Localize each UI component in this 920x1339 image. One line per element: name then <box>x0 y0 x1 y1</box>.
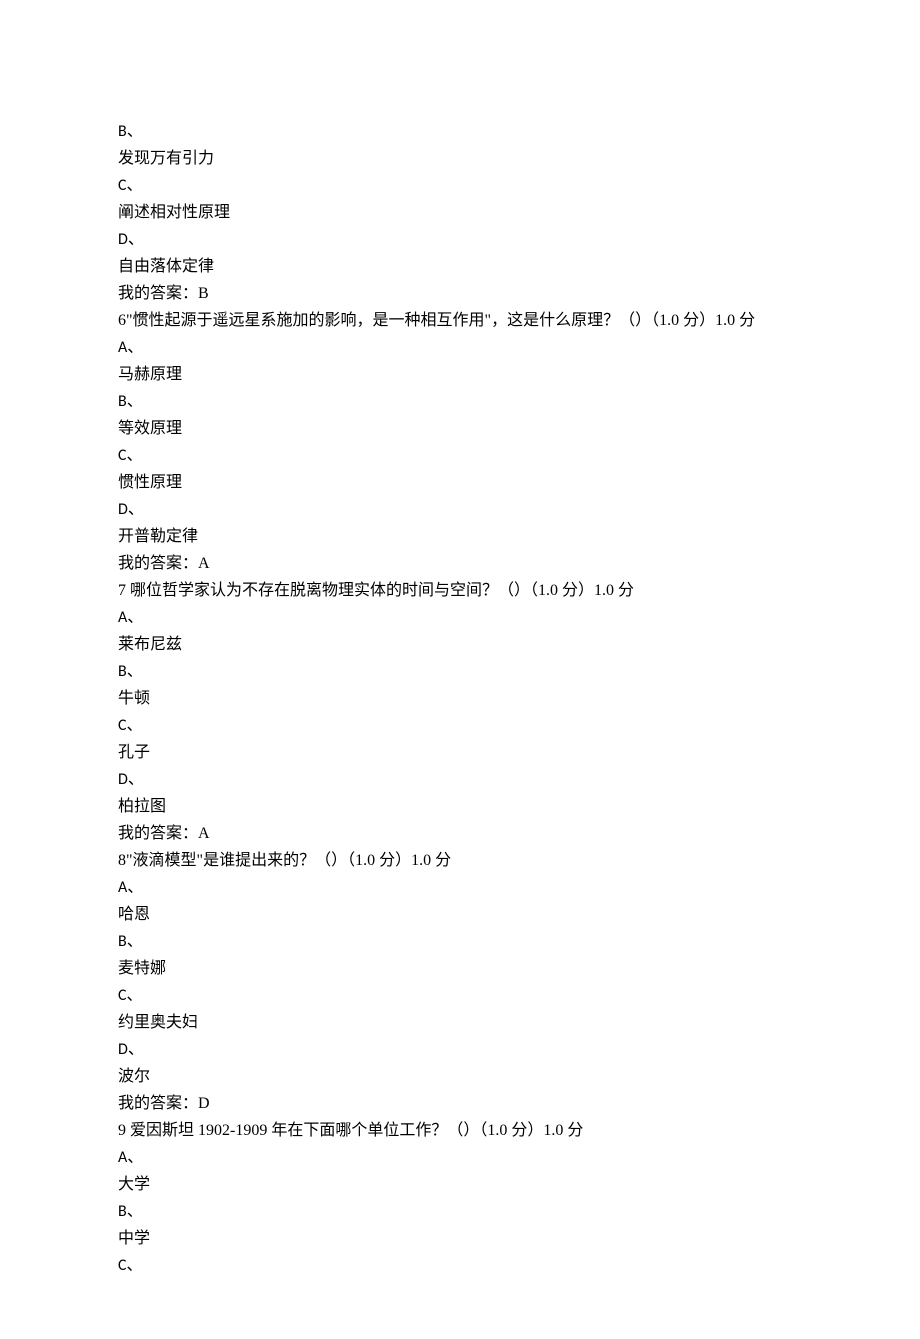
text-line: 阐述相对性原理 <box>118 199 802 226</box>
text-line: A、 <box>118 874 802 901</box>
text-line: 自由落体定律 <box>118 253 802 280</box>
text-line: 7 哪位哲学家认为不存在脱离物理实体的时间与空间？（）（1.0 分）1.0 分 <box>118 577 802 604</box>
document-page: B、发现万有引力C、阐述相对性原理D、自由落体定律我的答案：B6"惯性起源于遥远… <box>0 0 920 1339</box>
text-line: C、 <box>118 982 802 1009</box>
text-line: 我的答案：A <box>118 550 802 577</box>
text-line: B、 <box>118 388 802 415</box>
text-line: 我的答案：A <box>118 820 802 847</box>
text-line: C、 <box>118 1252 802 1279</box>
text-line: A、 <box>118 604 802 631</box>
text-line: B、 <box>118 658 802 685</box>
text-line: 孔子 <box>118 739 802 766</box>
text-line: 发现万有引力 <box>118 145 802 172</box>
text-line: 牛顿 <box>118 685 802 712</box>
text-line: C、 <box>118 442 802 469</box>
text-line: 9 爱因斯坦 1902-1909 年在下面哪个单位工作？（）（1.0 分）1.0… <box>118 1117 802 1144</box>
text-line: 开普勒定律 <box>118 523 802 550</box>
text-line: 马赫原理 <box>118 361 802 388</box>
text-line: 哈恩 <box>118 901 802 928</box>
text-line: 8"液滴模型"是谁提出来的？（）（1.0 分）1.0 分 <box>118 847 802 874</box>
text-line: 波尔 <box>118 1063 802 1090</box>
text-line: 我的答案：D <box>118 1090 802 1117</box>
text-line: D、 <box>118 496 802 523</box>
text-line: 大学 <box>118 1171 802 1198</box>
text-line: A、 <box>118 334 802 361</box>
text-line: 约里奥夫妇 <box>118 1009 802 1036</box>
text-line: 我的答案：B <box>118 280 802 307</box>
text-line: 中学 <box>118 1225 802 1252</box>
text-line: 惯性原理 <box>118 469 802 496</box>
text-line: B、 <box>118 118 802 145</box>
text-line: 柏拉图 <box>118 793 802 820</box>
text-line: 麦特娜 <box>118 955 802 982</box>
text-line: 6"惯性起源于遥远星系施加的影响，是一种相互作用"，这是什么原理？（）（1.0 … <box>118 307 802 334</box>
text-line: 莱布尼兹 <box>118 631 802 658</box>
text-line: D、 <box>118 766 802 793</box>
text-line: B、 <box>118 1198 802 1225</box>
text-line: B、 <box>118 928 802 955</box>
text-line: 等效原理 <box>118 415 802 442</box>
text-line: D、 <box>118 1036 802 1063</box>
text-line: C、 <box>118 172 802 199</box>
text-line: D、 <box>118 226 802 253</box>
text-line: C、 <box>118 712 802 739</box>
text-line: A、 <box>118 1144 802 1171</box>
